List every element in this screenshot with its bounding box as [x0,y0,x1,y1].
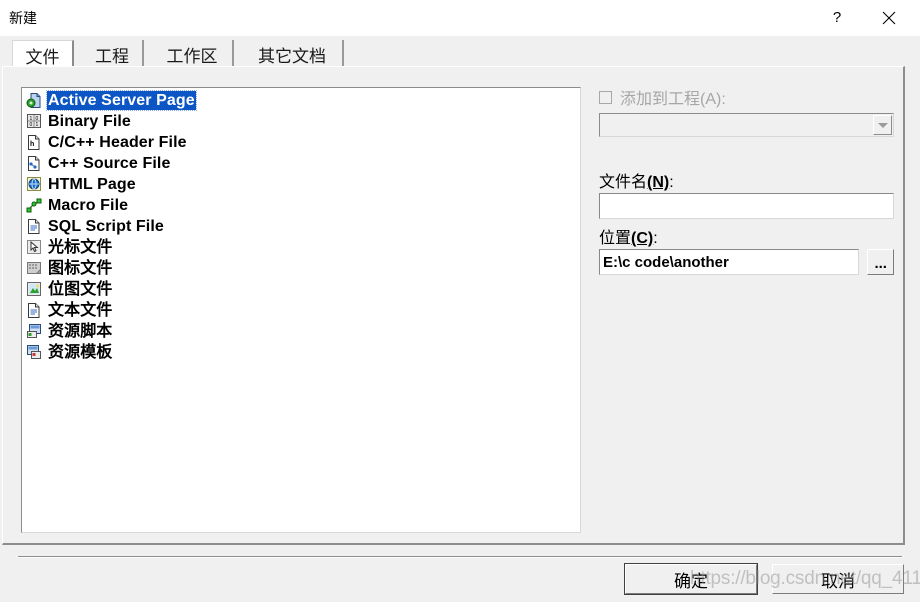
ok-button[interactable]: 确定 [624,563,758,595]
cursor-file-icon [26,239,43,256]
chevron-down-icon [877,122,888,128]
add-to-project-checkbox[interactable] [599,90,612,104]
list-item[interactable]: 位图文件 [24,279,580,300]
list-item[interactable]: 资源模板 [24,342,580,363]
tab-strip: 文件 工程 工作区 其它文档 [0,36,920,69]
project-combobox[interactable] [599,113,894,137]
list-item-label: HTML Page [48,176,136,193]
list-item[interactable]: 1 0 0 1 Binary File [24,111,580,132]
macro-nodes-icon [26,197,43,214]
file-name-mnemonic: (N) [647,174,670,191]
ellipsis-icon: ... [874,255,887,272]
list-item-label: SQL Script File [48,218,164,235]
source-file-icon [26,155,43,172]
location-row: ... [599,249,894,275]
html-globe-icon [26,176,43,193]
list-item[interactable]: 光标文件 [24,237,580,258]
svg-text:0: 0 [30,122,33,128]
binary-file-icon: 1001 [26,113,43,130]
icon-file-icon [26,260,43,277]
tab-label: 其它文档 [258,46,326,66]
bitmap-file-icon [26,281,43,298]
list-item[interactable]: Active Server Page [24,90,580,111]
location-input[interactable] [599,249,860,275]
text-file-icon [26,302,43,319]
asp-page-icon [26,92,43,109]
help-button[interactable]: ? [814,0,860,35]
file-name-label: 文件名(N): [599,174,674,191]
tab-panel-files: Active Server Page 1 0 0 1 Binary File h C/C++ … [2,66,905,545]
document-icon [26,218,43,235]
tab-label: 工程 [95,46,129,66]
tab-label: 文件 [25,47,60,67]
list-item[interactable]: 资源脚本 [24,321,580,342]
list-item-label: 光标文件 [48,239,113,256]
cancel-button[interactable]: 取消 [772,564,904,594]
list-item-label: 位图文件 [48,281,113,298]
list-item-label: 资源脚本 [48,323,113,340]
add-to-project-label: 添加到工程(A): [620,91,726,108]
file-type-listbox[interactable]: Active Server Page 1 0 0 1 Binary File h C/C++ … [21,87,581,533]
add-to-project-mnemonic: (A) [700,91,722,108]
browse-folder-button[interactable]: ... [867,249,894,275]
list-item[interactable]: HTML Page [24,174,580,195]
close-icon [882,11,896,25]
cancel-button-label: 取消 [821,571,855,591]
list-item-label: Active Server Page [46,90,197,111]
list-item[interactable]: C++ Source File [24,153,580,174]
file-name-input[interactable] [599,193,894,219]
new-file-options-form: 添加到工程(A): 文件名(N): 位置(C): ... [599,87,894,275]
list-item-label: 文本文件 [48,302,113,319]
list-item-label: C++ Source File [48,155,171,172]
list-item[interactable]: 文本文件 [24,300,580,321]
tab-2[interactable]: 工作区 [152,40,234,68]
svg-text:1: 1 [36,122,39,128]
combo-dropdown-button[interactable] [873,115,892,135]
location-mnemonic: (C) [631,230,654,247]
list-item[interactable]: h C/C++ Header File [24,132,580,153]
tab-3[interactable]: 其它文档 [242,40,344,68]
tab-1[interactable]: 工程 [82,40,144,68]
ok-button-label: 确定 [674,571,708,591]
resource-template-icon [26,344,43,361]
location-label: 位置(C): [599,230,658,247]
list-item-label: Binary File [48,113,131,130]
list-item-label: Macro File [48,197,129,214]
resource-script-icon [26,323,43,340]
question-mark-icon: ? [832,9,842,26]
add-to-project-row[interactable]: 添加到工程(A): [599,87,894,108]
window-title: 新建 [9,10,37,26]
list-item-label: 图标文件 [48,260,113,277]
header-file-icon: h [26,134,43,151]
tab-label: 工作区 [166,46,218,66]
list-item-label: C/C++ Header File [48,134,187,151]
svg-text:h: h [30,141,34,148]
footer-separator-highlight [18,557,902,558]
list-item[interactable]: SQL Script File [24,216,580,237]
list-item-label: 资源模板 [48,344,113,361]
list-item[interactable]: 图标文件 [24,258,580,279]
close-button[interactable] [866,0,912,35]
title-bar: 新建 ? [0,0,920,37]
tab-0[interactable]: 文件 [12,40,74,69]
list-item[interactable]: Macro File [24,195,580,216]
